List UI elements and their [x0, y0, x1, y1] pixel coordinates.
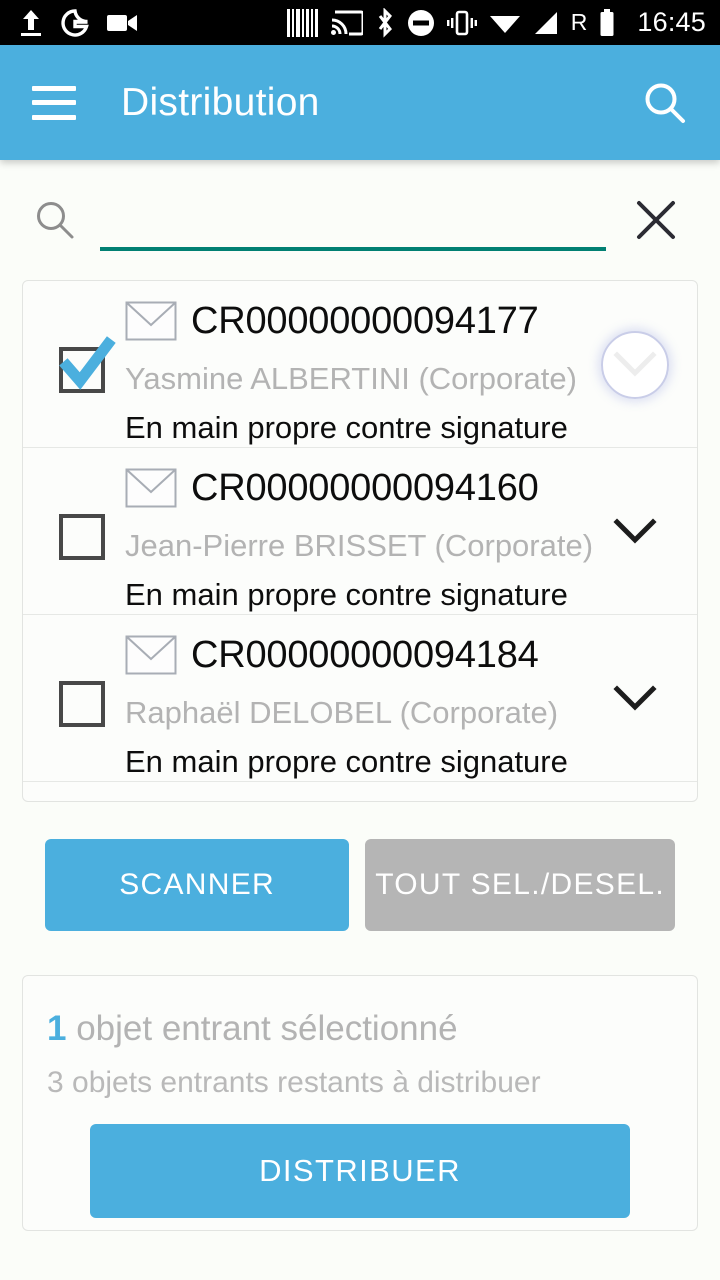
search-icon[interactable] — [638, 76, 692, 130]
list-item-reference-row: CR00000000094177 — [125, 281, 675, 347]
vibrate-icon — [446, 10, 477, 35]
list-item[interactable]: CR00000000094160 Jean-Pierre BRISSET (Co… — [23, 448, 697, 615]
status-bar-left-icons — [18, 8, 138, 38]
hamburger-menu-icon[interactable] — [32, 85, 76, 120]
hamburger-bar — [32, 114, 76, 120]
search-input-icon — [32, 197, 78, 243]
close-icon[interactable] — [628, 192, 684, 248]
item-checkbox[interactable] — [59, 514, 105, 560]
list-item-reference-row: CR00000000094184 — [125, 615, 675, 681]
barcode-icon — [286, 8, 318, 37]
list-item[interactable]: CR00000000094184 Raphaël DELOBEL (Corpor… — [23, 615, 697, 782]
list-item-delivery-mode: En main propre contre signature — [125, 577, 568, 612]
list-item-recipient: Jean-Pierre BRISSET (Corporate) — [125, 528, 594, 563]
chevron-down-icon[interactable] — [599, 328, 671, 400]
list-item-delivery-mode: En main propre contre signature — [125, 410, 568, 445]
battery-icon — [600, 8, 614, 36]
do-not-disturb-icon — [407, 9, 434, 36]
checkmark-icon — [59, 336, 116, 390]
envelope-icon — [125, 468, 177, 508]
status-bar-right-icons: R 16:45 — [286, 7, 706, 38]
selected-count-label: objet entrant sélectionné — [66, 1009, 458, 1048]
hamburger-bar — [32, 100, 76, 105]
incoming-items-list: CR00000000094177 Yasmine ALBERTINI (Corp… — [22, 280, 698, 802]
upload-icon — [21, 9, 41, 36]
list-item-body: CR00000000094160 Jean-Pierre BRISSET (Co… — [59, 448, 675, 610]
wifi-icon — [489, 15, 520, 33]
status-bar: R 16:45 — [0, 0, 720, 45]
selected-count-line: 1 objet entrant sélectionné — [47, 976, 673, 1046]
list-item-reference-row: CR00000000094160 — [125, 448, 675, 514]
list-item-reference: CR00000000094184 — [191, 634, 539, 676]
list-item[interactable]: CR00000000094177 Yasmine ALBERTINI (Corp… — [23, 281, 697, 448]
selection-summary-card: 1 objet entrant sélectionné 3 objets ent… — [22, 975, 698, 1231]
cast-icon — [330, 10, 363, 35]
search-input[interactable] — [100, 207, 606, 251]
search-bar — [0, 160, 720, 280]
roaming-indicator: R — [570, 9, 588, 35]
chevron-down-icon[interactable] — [599, 495, 671, 567]
status-bar-clock: 16:45 — [637, 7, 706, 37]
envelope-icon — [125, 635, 177, 675]
cellular-signal-icon — [534, 11, 557, 34]
list-item-recipient: Yasmine ALBERTINI (Corporate) — [125, 361, 577, 396]
select-all-button[interactable]: TOUT SEL./DESEL. — [365, 839, 675, 931]
app-bar: Distribution — [0, 45, 720, 160]
list-item-body: CR00000000094177 Yasmine ALBERTINI (Corp… — [59, 281, 675, 443]
envelope-icon — [125, 301, 177, 341]
list-item-reference: CR00000000094177 — [191, 300, 539, 342]
list-item-delivery-mode: En main propre contre signature — [125, 744, 568, 779]
page-title: Distribution — [121, 80, 320, 124]
chevron-down-icon[interactable] — [599, 662, 671, 734]
google-icon — [61, 8, 89, 37]
bluetooth-icon — [378, 7, 392, 38]
search-field-wrapper — [100, 189, 606, 251]
list-item-body: CR00000000094184 Raphaël DELOBEL (Corpor… — [59, 615, 675, 777]
video-camera-icon — [107, 14, 137, 31]
distribute-button[interactable]: DISTRIBUER — [90, 1124, 630, 1218]
action-buttons: SCANNER TOUT SEL./DESEL. — [0, 802, 720, 931]
list-item-recipient: Raphaël DELOBEL (Corporate) — [125, 695, 559, 730]
list-item-reference: CR00000000094160 — [191, 467, 539, 509]
scan-button[interactable]: SCANNER — [45, 839, 350, 931]
app-screen: R 16:45 Distribution CR00000000094177 Ya… — [0, 0, 720, 1280]
remaining-count-label: 3 objets entrants restants à distribuer — [47, 1066, 541, 1099]
item-checkbox[interactable] — [59, 336, 116, 393]
selected-count: 1 — [47, 1009, 67, 1048]
hamburger-bar — [32, 85, 76, 91]
item-checkbox[interactable] — [59, 681, 105, 727]
